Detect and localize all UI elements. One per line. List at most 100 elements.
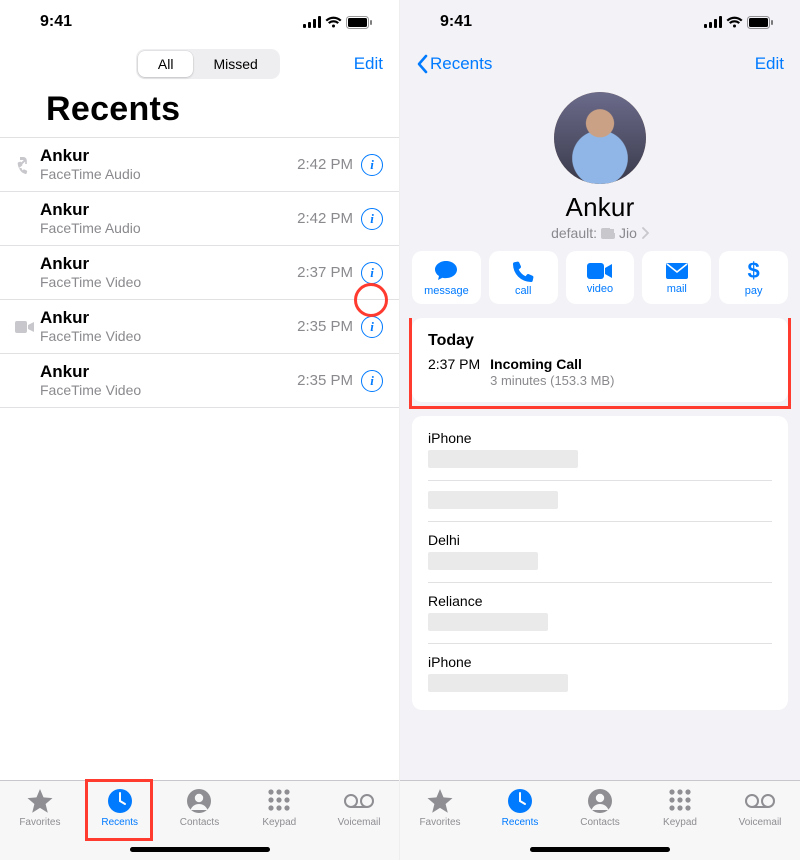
mail-icon [665,262,689,280]
field-value-redacted [428,674,568,692]
tab-favorites[interactable]: Favorites [405,788,475,828]
info-button[interactable]: i [361,370,383,392]
tab-keypad[interactable]: Keypad [244,788,314,828]
keypad-icon [667,788,693,814]
tab-bar: Favorites Recents Contacts Keypad Voicem… [0,780,399,860]
call-subtitle: FaceTime Audio [40,220,297,237]
field-value-redacted [428,552,538,570]
call-subtitle: FaceTime Video [40,328,297,345]
pay-button[interactable]: $ pay [719,251,788,304]
field-value-redacted [428,491,558,509]
log-entry: 2:37 PM Incoming Call 3 minutes (153.3 M… [428,356,772,388]
contact-field[interactable]: Delhi [428,522,772,583]
edit-button[interactable]: Edit [354,54,383,74]
tab-contacts[interactable]: Contacts [565,788,635,828]
tab-voicemail[interactable]: Voicemail [324,788,394,828]
tab-favorites[interactable]: Favorites [5,788,75,828]
status-time: 9:41 [440,13,472,31]
nav-bar: Recents Edit [400,44,800,88]
person-icon [587,788,613,814]
call-time: 2:37 PM [297,264,353,281]
field-label: Reliance [428,593,772,609]
caller-name: Ankur [40,308,297,328]
segment-all[interactable]: All [138,51,194,77]
chevron-left-icon [416,54,428,74]
call-row[interactable]: AnkurFaceTime Video2:35 PMi [0,354,399,408]
message-icon [434,260,458,282]
info-button[interactable]: i [361,154,383,176]
voicemail-icon [343,788,375,814]
nav-bar: All Missed Edit [0,44,399,88]
contact-fields-card: iPhone Delhi Reliance iPhone [412,416,788,710]
message-button[interactable]: message [412,251,481,304]
star-icon [427,788,453,814]
caller-name: Ankur [40,362,297,382]
tab-contacts[interactable]: Contacts [164,788,234,828]
contact-field[interactable]: iPhone [428,644,772,704]
segment-missed[interactable]: Missed [193,51,277,77]
contact-field[interactable]: Reliance [428,583,772,644]
status-bar: 9:41 [0,0,399,44]
clock-icon [107,788,133,814]
field-value-redacted [428,613,548,631]
status-time: 9:41 [40,13,72,31]
log-type: Incoming Call [490,356,772,372]
call-subtitle: FaceTime Video [40,382,297,399]
tab-recents[interactable]: Recents [85,788,155,828]
contact-header: Ankur default: Jio [400,88,800,251]
home-indicator[interactable] [530,847,670,852]
tab-keypad[interactable]: Keypad [645,788,715,828]
page-title: Recents [0,88,399,137]
home-indicator[interactable] [130,847,270,852]
video-button[interactable]: video [566,251,635,304]
chevron-right-icon [641,227,649,239]
field-value-redacted [428,450,578,468]
tab-recents[interactable]: Recents [485,788,555,828]
contact-actions: message call video mail $ pay [400,251,800,318]
recents-list: AnkurFaceTime Audio2:42 PMiAnkurFaceTime… [0,137,399,780]
recents-screen: 9:41 All Missed Edit Recents AnkurFaceTi… [0,0,400,860]
mail-button[interactable]: mail [642,251,711,304]
star-icon [27,788,53,814]
dollar-icon: $ [747,260,759,282]
call-row[interactable]: AnkurFaceTime Video2:35 PM i [0,300,399,354]
default-line[interactable]: default: Jio [551,225,649,241]
caller-name: Ankur [40,254,297,274]
call-type-icon [10,320,40,334]
status-bar: 9:41 [400,0,800,44]
clock-icon [507,788,533,814]
call-time: 2:35 PM [297,318,353,335]
call-type-icon [10,156,40,174]
recents-segmented-control[interactable]: All Missed [136,49,280,79]
contact-name: Ankur [566,192,635,223]
call-time: 2:42 PM [297,210,353,227]
field-label: iPhone [428,430,772,446]
video-icon [587,262,613,280]
call-subtitle: FaceTime Audio [40,166,297,183]
log-meta: 3 minutes (153.3 MB) [490,373,772,388]
info-button[interactable]: i [361,208,383,230]
keypad-icon [266,788,292,814]
info-button[interactable]: i [361,262,383,284]
call-row[interactable]: AnkurFaceTime Video2:37 PM i [0,246,399,300]
battery-icon [747,16,774,29]
tab-voicemail[interactable]: Voicemail [725,788,795,828]
contact-field[interactable] [428,481,772,522]
status-indicators [303,16,373,29]
back-button[interactable]: Recents [416,54,492,74]
tab-bar: Favorites Recents Contacts Keypad Voicem… [400,780,800,860]
contact-field[interactable]: iPhone [428,420,772,481]
call-log-card: Today 2:37 PM Incoming Call 3 minutes (1… [412,318,788,402]
info-button[interactable]: i [361,316,383,338]
call-button[interactable]: call [489,251,558,304]
call-row[interactable]: AnkurFaceTime Audio2:42 PMi [0,192,399,246]
caller-name: Ankur [40,146,297,166]
cellular-icon [704,16,722,28]
wifi-icon [325,16,342,28]
field-label: Delhi [428,532,772,548]
edit-button[interactable]: Edit [755,54,784,74]
avatar[interactable] [554,92,646,184]
call-subtitle: FaceTime Video [40,274,297,291]
call-time: 2:42 PM [297,156,353,173]
call-row[interactable]: AnkurFaceTime Audio2:42 PM i [0,137,399,192]
